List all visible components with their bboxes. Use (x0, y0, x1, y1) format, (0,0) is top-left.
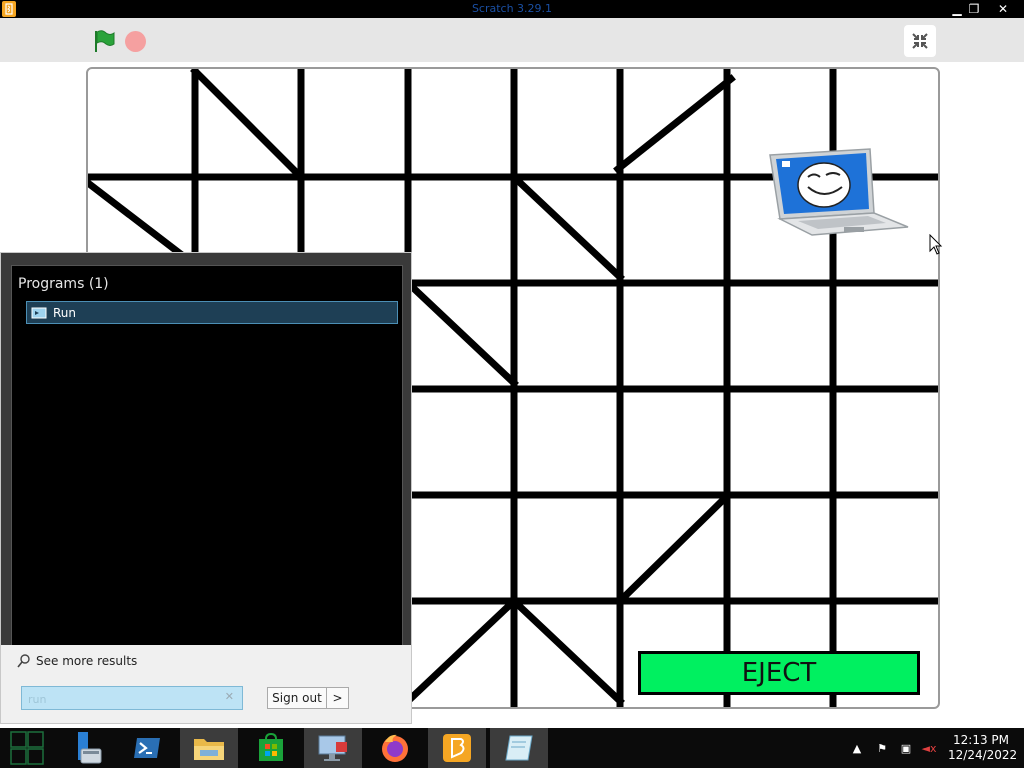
scratch-icon (443, 734, 471, 762)
result-label: Run (53, 305, 77, 320)
taskbar-remote-desktop[interactable] (304, 728, 362, 768)
shutdown-options-button[interactable]: > (327, 687, 349, 709)
start-menu: Programs (1) Run See more results ✕ (0, 252, 412, 724)
run-icon (31, 307, 47, 318)
monitor-icon (318, 735, 347, 761)
see-more-results-link[interactable]: See more results (17, 654, 137, 668)
taskbar-store[interactable] (242, 728, 300, 768)
clear-search-icon[interactable]: ✕ (225, 690, 234, 703)
taskbar-clock[interactable]: 12:13 PM 12/24/2022 (948, 733, 1018, 763)
volume-muted-icon[interactable]: ◄x (922, 741, 937, 755)
start-button[interactable] (0, 728, 54, 768)
sign-out-button[interactable]: Sign out (267, 687, 327, 709)
start-tiles-icon (10, 731, 44, 765)
notepad-icon (505, 735, 533, 761)
action-center-flag-icon[interactable]: ⚑ (875, 741, 889, 755)
clock-time: 12:13 PM (953, 733, 1009, 747)
store-icon (259, 733, 283, 761)
mouse-cursor-icon (929, 234, 943, 255)
close-button[interactable]: ✕ (990, 0, 1016, 18)
green-flag-button[interactable] (92, 29, 116, 53)
search-input[interactable] (26, 690, 216, 708)
title-bar: Scratch 3.29.1 ▁ ❐ ✕ (0, 0, 1024, 18)
show-hidden-icons-button[interactable]: ▲ (850, 741, 864, 755)
clock-date: 12/24/2022 (948, 748, 1018, 762)
folder-icon (194, 739, 224, 760)
taskbar: ▲ ⚑ ▣ ◄x 12:13 PM 12/24/2022 (0, 728, 1024, 768)
taskbar-notepad[interactable] (490, 728, 548, 768)
maximize-button[interactable]: ❐ (961, 0, 987, 18)
firefox-icon (382, 734, 408, 762)
exit-fullscreen-icon (912, 33, 928, 49)
green-flag-icon (95, 30, 115, 52)
laptop-sprite[interactable] (768, 147, 912, 237)
taskbar-server-manager[interactable] (56, 728, 114, 768)
player-toolbar (0, 18, 1024, 62)
network-icon[interactable]: ▣ (899, 741, 913, 755)
taskbar-firefox[interactable] (366, 728, 424, 768)
search-icon (17, 654, 30, 668)
taskbar-file-explorer[interactable] (180, 728, 238, 768)
eject-button[interactable]: EJECT (638, 651, 920, 695)
start-menu-frame: Programs (1) Run See more results ✕ (1, 253, 411, 723)
stop-button[interactable] (125, 31, 146, 52)
search-results-pane: Programs (1) Run (11, 265, 403, 647)
exit-fullscreen-button[interactable] (904, 25, 936, 57)
taskbar-powershell[interactable] (118, 728, 176, 768)
server-manager-icon (78, 732, 102, 764)
taskbar-scratch[interactable] (428, 728, 486, 768)
programs-section-title: Programs (1) (18, 276, 109, 292)
see-more-label: See more results (36, 654, 138, 668)
powershell-icon (134, 738, 160, 758)
start-menu-footer: See more results ✕ Sign out > (1, 645, 411, 723)
result-item-run[interactable]: Run (26, 301, 398, 324)
search-box[interactable]: ✕ (21, 686, 243, 710)
window-title: Scratch 3.29.1 (471, 2, 553, 15)
